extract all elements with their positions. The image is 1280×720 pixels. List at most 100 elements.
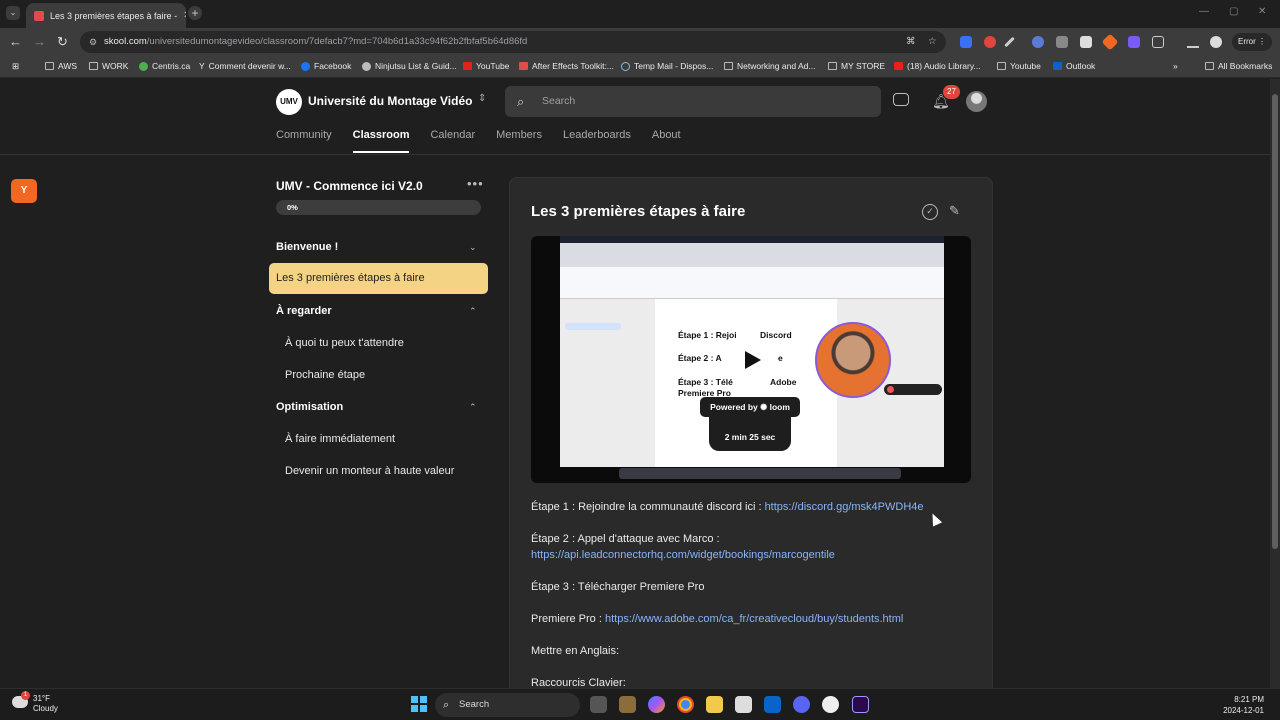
bookmark-label: (18) Audio Library... <box>907 61 981 71</box>
bookmark-label: After Effects Toolkit:... <box>532 61 614 71</box>
extension-record-icon[interactable] <box>984 36 996 48</box>
bookmark-my-store[interactable]: MY STORE <box>828 61 885 71</box>
task-view-icon[interactable] <box>590 696 607 713</box>
extension-diamond-icon[interactable] <box>1101 33 1119 51</box>
page-scrollbar[interactable] <box>1270 79 1280 688</box>
scrollbar-thumb[interactable] <box>1272 94 1278 549</box>
bookmark-comment-devenir[interactable]: Y Comment devenir w... <box>199 61 291 71</box>
bookmark-temp-mail[interactable]: Temp Mail - Dispos... <box>621 61 713 71</box>
profile-icon[interactable] <box>1210 36 1222 48</box>
forward-icon[interactable]: → <box>33 34 46 49</box>
community-name[interactable]: Université du Montage Vidéo <box>308 94 472 108</box>
chevron-up-icon[interactable]: ⌃ <box>469 402 477 413</box>
browser-tab[interactable]: Les 3 premières étapes à faire - ✕ <box>26 3 186 28</box>
extension-shield-icon[interactable] <box>960 36 972 48</box>
play-button[interactable] <box>725 336 777 384</box>
bookmark-facebook[interactable]: Facebook <box>301 61 351 71</box>
community-logo[interactable]: UMV <box>276 89 302 115</box>
tab-members[interactable]: Members <box>496 129 542 141</box>
system-clock[interactable]: 8:21 PM 2024-12-01 <box>1218 694 1264 716</box>
bookmark-networking[interactable]: Networking and Ad... <box>724 61 815 71</box>
bookmark-after-effects[interactable]: After Effects Toolkit:... <box>519 61 614 71</box>
tab-leaderboards[interactable]: Leaderboards <box>563 129 631 141</box>
bookmark-aws[interactable]: AWS <box>45 61 77 71</box>
lesson-item[interactable]: À faire immédiatement <box>285 433 395 445</box>
tab-classroom[interactable]: Classroom <box>352 129 409 153</box>
chrome-icon[interactable] <box>677 696 694 713</box>
bookmark-outlook[interactable]: Outlook <box>1053 61 1095 71</box>
section-bienvenue[interactable]: Bienvenue ! <box>276 241 338 253</box>
lesson-item-active[interactable]: Les 3 premières étapes à faire <box>269 263 488 294</box>
video-duration: 2 min 25 sec <box>709 417 791 451</box>
all-bookmarks[interactable]: All Bookmarks <box>1205 61 1272 71</box>
file-explorer-icon[interactable] <box>706 696 723 713</box>
edit-pencil-icon[interactable]: ✎ <box>949 203 960 219</box>
outlook-icon[interactable] <box>764 696 781 713</box>
slack-icon[interactable] <box>822 696 839 713</box>
extension-m-icon[interactable] <box>1080 36 1092 48</box>
video-doc-toolbar <box>560 267 944 299</box>
community-switcher-icon[interactable]: ⇕ <box>478 93 486 104</box>
avatar[interactable] <box>966 91 987 112</box>
extension-grid-icon[interactable] <box>1056 36 1068 48</box>
bookmark-audio-library[interactable]: (18) Audio Library... <box>894 61 981 71</box>
extension-pen-icon[interactable] <box>1004 36 1015 48</box>
booking-link[interactable]: https://api.leadconnectorhq.com/widget/b… <box>531 549 835 561</box>
reload-icon[interactable]: ↻ <box>57 34 68 50</box>
bookmark-ninjutsu[interactable]: Ninjutsu List & Guid... <box>362 61 457 71</box>
extension-circle-icon[interactable] <box>1032 36 1044 48</box>
bookmark-centris[interactable]: Centris.ca <box>139 61 190 71</box>
search-input[interactable]: ⌕ Search <box>505 86 881 117</box>
weather-temp: 31°F <box>33 694 50 703</box>
lesson-paragraph: Étape 3 : Télécharger Premiere Pro <box>531 581 705 593</box>
minimize-icon[interactable]: — <box>1199 6 1209 17</box>
premiere-pro-icon[interactable] <box>852 696 869 713</box>
apps-grid-icon[interactable]: ⊞ <box>12 61 19 72</box>
section-optimisation[interactable]: Optimisation <box>276 401 343 413</box>
lesson-title: Les 3 premières étapes à faire <box>531 203 746 220</box>
chevron-down-icon[interactable]: ⌄ <box>469 242 477 253</box>
video-doc-line: e <box>778 353 783 363</box>
adobe-link[interactable]: https://www.adobe.com/ca_fr/creativeclou… <box>605 613 903 625</box>
chat-icon[interactable] <box>893 93 909 106</box>
start-button[interactable] <box>411 696 427 712</box>
close-window-icon[interactable]: ✕ <box>1258 6 1266 17</box>
bookmark-star-icon[interactable]: ☆ <box>928 31 937 53</box>
back-icon[interactable]: ← <box>9 34 22 49</box>
more-options-icon[interactable]: ••• <box>467 176 484 191</box>
site-info-icon[interactable]: ⚙ <box>89 31 97 53</box>
mark-complete-icon[interactable]: ✓ <box>922 204 938 220</box>
powered-by-loom[interactable]: Powered by ✺ loom <box>700 397 800 417</box>
tab-calendar[interactable]: Calendar <box>430 129 475 141</box>
discord-icon[interactable] <box>793 696 810 713</box>
chevron-up-icon[interactable]: ⌃ <box>469 306 477 317</box>
bookmark-youtube[interactable]: YouTube <box>463 61 509 71</box>
lesson-item[interactable]: Devenir un monteur à haute valeur <box>285 465 454 477</box>
lesson-item[interactable]: Prochaine étape <box>285 369 365 381</box>
lesson-item[interactable]: À quoi tu peux t'attendre <box>285 337 404 349</box>
bookmark-work[interactable]: WORK <box>89 61 128 71</box>
taskbar-search[interactable]: ⌕ Search <box>435 693 580 717</box>
copilot-icon[interactable] <box>648 696 665 713</box>
discord-link[interactable]: https://discord.gg/msk4PWDH4e <box>765 501 924 513</box>
download-icon[interactable] <box>1187 36 1199 48</box>
store-icon[interactable] <box>735 696 752 713</box>
bookmark-youtube-folder[interactable]: Youtube <box>997 61 1041 71</box>
translate-icon[interactable]: ⌘ <box>906 31 916 53</box>
video-doc-line: Étape 2 : A <box>678 353 722 363</box>
maximize-icon[interactable]: ▢ <box>1229 6 1238 17</box>
bookmark-label: Comment devenir w... <box>208 61 291 71</box>
section-a-regarder[interactable]: À regarder <box>276 305 332 317</box>
address-bar[interactable]: ⚙ skool.com/universitedumontagevideo/cla… <box>80 31 946 53</box>
extensions-puzzle-icon[interactable] <box>1152 36 1164 48</box>
new-tab-button[interactable]: + <box>188 6 202 20</box>
more-bookmarks-icon[interactable]: » <box>1173 61 1178 71</box>
tab-community[interactable]: Community <box>276 129 332 141</box>
tab-about[interactable]: About <box>652 129 681 141</box>
game-app-icon[interactable] <box>619 696 636 713</box>
error-button[interactable]: Error ⋮ <box>1232 33 1272 51</box>
close-tab-icon[interactable]: ✕ <box>183 10 186 21</box>
extension-badge-icon[interactable] <box>1128 36 1140 48</box>
tab-list-button[interactable]: ⌄ <box>6 6 20 20</box>
user-badge[interactable]: Y <box>11 179 37 203</box>
